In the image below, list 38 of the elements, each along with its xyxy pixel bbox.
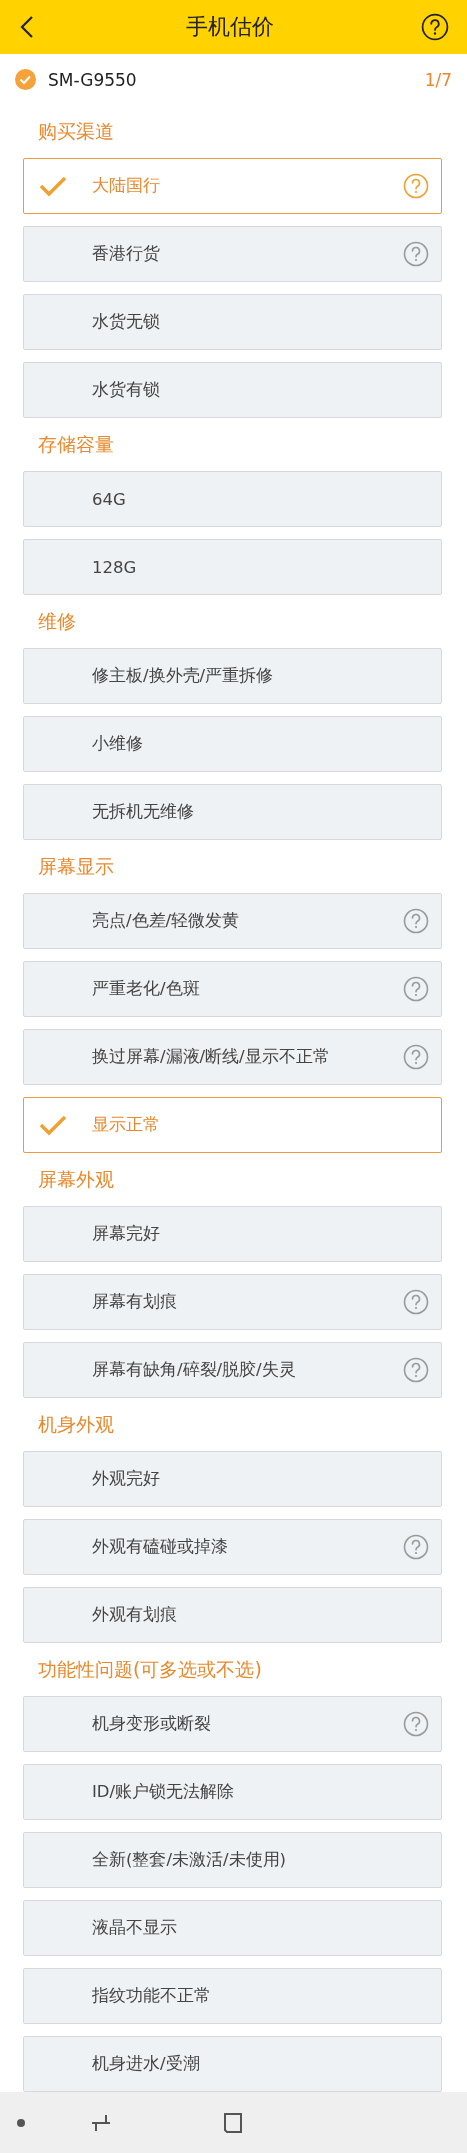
section-title: 功能性问题(可多选或不选) [38,1656,262,1682]
model-name: SM-G9550 [48,69,138,90]
step-counter: 1/7 [424,69,452,90]
section-title: 屏幕外观 [38,1166,114,1192]
option-item[interactable]: 小维修 [23,716,442,772]
option-item[interactable]: 全新(整套/未激活/未使用) [23,1832,442,1888]
option-item[interactable]: 机身变形或断裂 [23,1696,442,1752]
option-item[interactable]: 严重老化/色斑 [23,961,442,1017]
option-item[interactable]: 液晶不显示 [23,1900,442,1956]
section-title: 机身外观 [38,1411,114,1437]
option-item[interactable]: 换过屏幕/漏液/断线/显示不正常 [23,1029,442,1085]
section-title: 维修 [38,608,76,634]
option-item[interactable]: 香港行货 [23,226,442,282]
option-item[interactable]: 指纹功能不正常 [23,1968,442,2024]
home-icon[interactable] [221,2111,243,2134]
checkmark-icon [38,1114,68,1136]
option-item[interactable]: 屏幕有划痕 [23,1274,442,1330]
help-icon[interactable] [421,13,449,41]
option-item[interactable]: 水货有锁 [23,362,442,418]
section-title: 屏幕显示 [38,853,114,879]
option-item[interactable]: 屏幕有缺角/碎裂/脱胶/失灵 [23,1342,442,1398]
section-title: 购买渠道 [38,118,114,144]
option-item[interactable]: 机身进水/受潮 [23,2036,442,2092]
option-item[interactable]: 外观完好 [23,1451,442,1507]
option-item[interactable]: 外观有磕碰或掉漆 [23,1519,442,1575]
option-item[interactable]: 外观有划痕 [23,1587,442,1643]
checkmark-icon [38,175,68,197]
option-item[interactable]: 水货无锁 [23,294,442,350]
option-item[interactable]: 修主板/换外壳/严重拆修 [23,648,442,704]
option-item[interactable]: 无拆机无维修 [23,784,442,840]
page-title: 手机估价 [185,13,274,41]
option-item[interactable]: 64G [23,471,442,527]
option-item[interactable]: 128G [23,539,442,595]
option-item[interactable]: ID/账户锁无法解除 [23,1764,442,1820]
dot-icon[interactable] [16,2117,26,2128]
section-title: 存储容量 [38,431,114,457]
option-item[interactable]: 屏幕完好 [23,1206,442,1262]
option-item[interactable]: 亮点/色差/轻微发黄 [23,893,442,949]
